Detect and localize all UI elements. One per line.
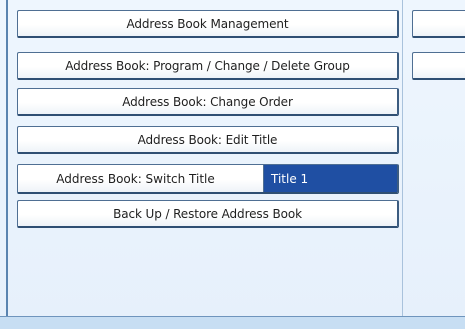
address-book-management-label: Address Book Management bbox=[126, 16, 289, 31]
right-column-button-2[interactable] bbox=[412, 52, 465, 80]
change-order-button[interactable]: Address Book: Change Order bbox=[17, 88, 399, 116]
status-bar bbox=[0, 316, 465, 329]
right-column-button-1[interactable] bbox=[412, 10, 465, 38]
switch-title-setting[interactable]: Address Book: Switch Title Title 1 bbox=[17, 164, 399, 194]
panel-left-edge bbox=[6, 0, 8, 329]
switch-title-label: Address Book: Switch Title bbox=[18, 165, 264, 192]
backup-restore-button[interactable]: Back Up / Restore Address Book bbox=[17, 200, 399, 228]
program-change-delete-group-button[interactable]: Address Book: Program / Change / Delete … bbox=[17, 52, 399, 80]
switch-title-value[interactable]: Title 1 bbox=[264, 165, 397, 192]
address-book-management-button[interactable]: Address Book Management bbox=[17, 10, 399, 38]
edit-title-button[interactable]: Address Book: Edit Title bbox=[17, 126, 399, 154]
backup-restore-label: Back Up / Restore Address Book bbox=[113, 206, 302, 221]
edit-title-label: Address Book: Edit Title bbox=[137, 132, 278, 147]
panel-divider bbox=[402, 0, 403, 316]
program-change-delete-group-label: Address Book: Program / Change / Delete … bbox=[65, 58, 350, 73]
settings-screen: Address Book Management Address Book: Pr… bbox=[0, 0, 465, 329]
change-order-label: Address Book: Change Order bbox=[122, 94, 293, 109]
